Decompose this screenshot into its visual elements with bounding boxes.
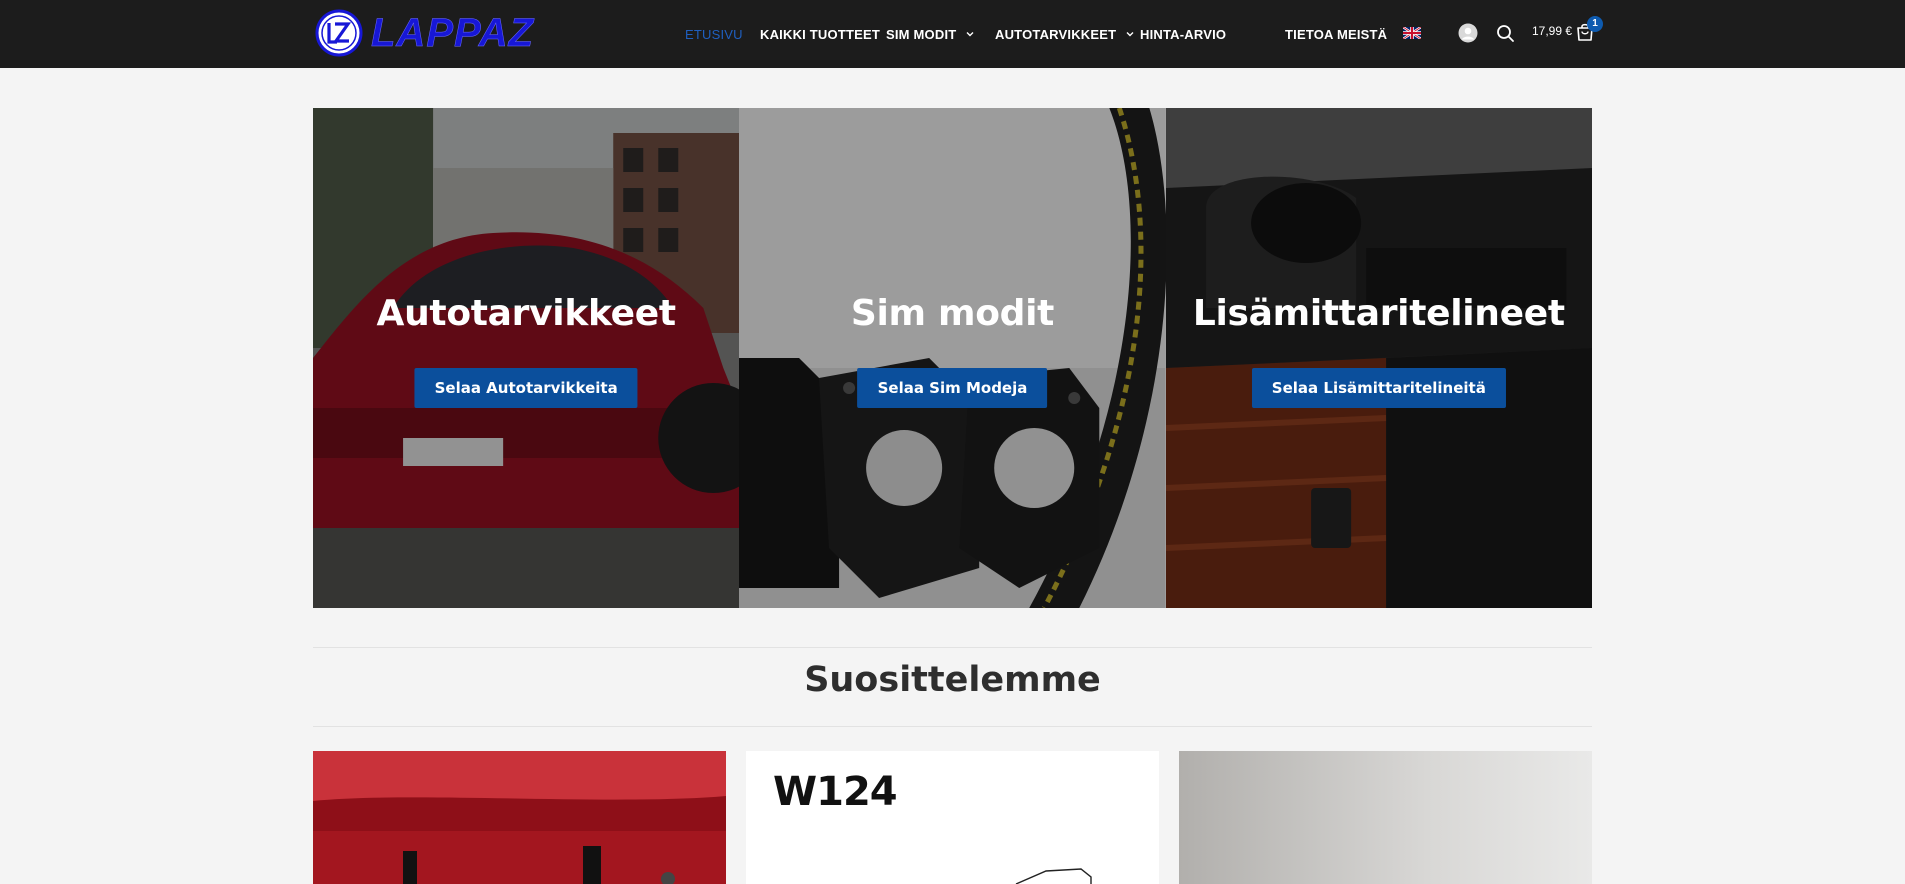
hero-panel-lisamittaritelineet[interactable]: Lisämittaritelineet Selaa Lisämittaritel… (1165, 108, 1592, 608)
browse-lisamittaritelineet-button[interactable]: Selaa Lisämittaritelineitä (1251, 368, 1506, 408)
product-image-w124-drawing (1015, 868, 1092, 884)
nav-sim-modit-link[interactable]: SIM MODIT (886, 27, 975, 42)
product-card-1[interactable] (313, 751, 726, 884)
nav-sim-modit-label: SIM MODIT (886, 26, 957, 42)
nav-etusivu-label[interactable]: ETUSIVU (685, 27, 743, 42)
nav-kaikki-tuotteet-label[interactable]: KAIKKI TUOTTEET (760, 27, 880, 42)
panel-overlay (739, 108, 1166, 608)
nav-tietoa-meista-label[interactable]: TIETOA MEISTÄ (1285, 27, 1387, 42)
chevron-down-icon (966, 32, 974, 37)
section-title-suosittelemme: Suosittelemme (804, 660, 1101, 700)
browse-autotarvikkeet-button[interactable]: Selaa Autotarvikkeita (414, 368, 638, 408)
panel-title-sim-modit: Sim modit (850, 293, 1055, 334)
nav-item-hinta-arvio[interactable]: HINTA-ARVIO (1140, 0, 1226, 68)
nav-autotarvikkeet-link[interactable]: AUTOTARVIKKEET (995, 27, 1135, 42)
hero-panel-sim-modit[interactable]: Sim modit Selaa Sim Modeja (739, 108, 1166, 608)
nav-item-sim-modit[interactable]: SIM MODIT (886, 0, 975, 68)
uk-flag-icon[interactable] (1402, 26, 1422, 40)
chevron-down-icon (1126, 32, 1134, 37)
product-card-3[interactable] (1179, 751, 1592, 884)
panel-overlay (1165, 108, 1592, 608)
product-card-2[interactable]: W124 (746, 751, 1159, 884)
product-image-grey (1179, 751, 1592, 884)
browse-sim-modit-button[interactable]: Selaa Sim Modeja (857, 368, 1048, 408)
site-header: LAPPAZ ETUSIVU KAIKKI TUOTTEET SIM MODIT… (0, 0, 1905, 68)
nav-hinta-arvio-label[interactable]: HINTA-ARVIO (1140, 27, 1226, 42)
nav-autotarvikkeet-label: AUTOTARVIKKEET (995, 26, 1117, 42)
product-image-red-car (313, 751, 726, 884)
logo-text: LAPPAZ (371, 11, 535, 56)
cart-total[interactable]: 17,99 € (1532, 24, 1572, 38)
nav-item-etusivu[interactable]: ETUSIVU (685, 0, 743, 68)
site-logo[interactable]: LAPPAZ (315, 9, 534, 57)
account-icon[interactable] (1457, 22, 1479, 44)
hero-category-grid: Autotarvikkeet Selaa Autotarvikkeita Sim… (313, 108, 1592, 608)
hero-panel-autotarvikkeet[interactable]: Autotarvikkeet Selaa Autotarvikkeita (313, 108, 740, 608)
panel-title-lisamittaritelineet: Lisämittaritelineet (1192, 293, 1565, 334)
nav-item-kaikki-tuotteet[interactable]: KAIKKI TUOTTEET (760, 0, 880, 68)
cart-count-badge: 1 (1587, 16, 1603, 32)
section-divider-top (313, 647, 1592, 648)
nav-item-tietoa-meista[interactable]: TIETOA MEISTÄ (1285, 0, 1387, 68)
nav-item-autotarvikkeet[interactable]: AUTOTARVIKKEET (995, 0, 1135, 68)
logo-mark-icon (315, 9, 363, 57)
panel-title-autotarvikkeet: Autotarvikkeet (376, 293, 677, 334)
panel-overlay (313, 108, 740, 608)
section-divider-bottom (313, 726, 1592, 727)
search-icon[interactable] (1494, 22, 1516, 44)
